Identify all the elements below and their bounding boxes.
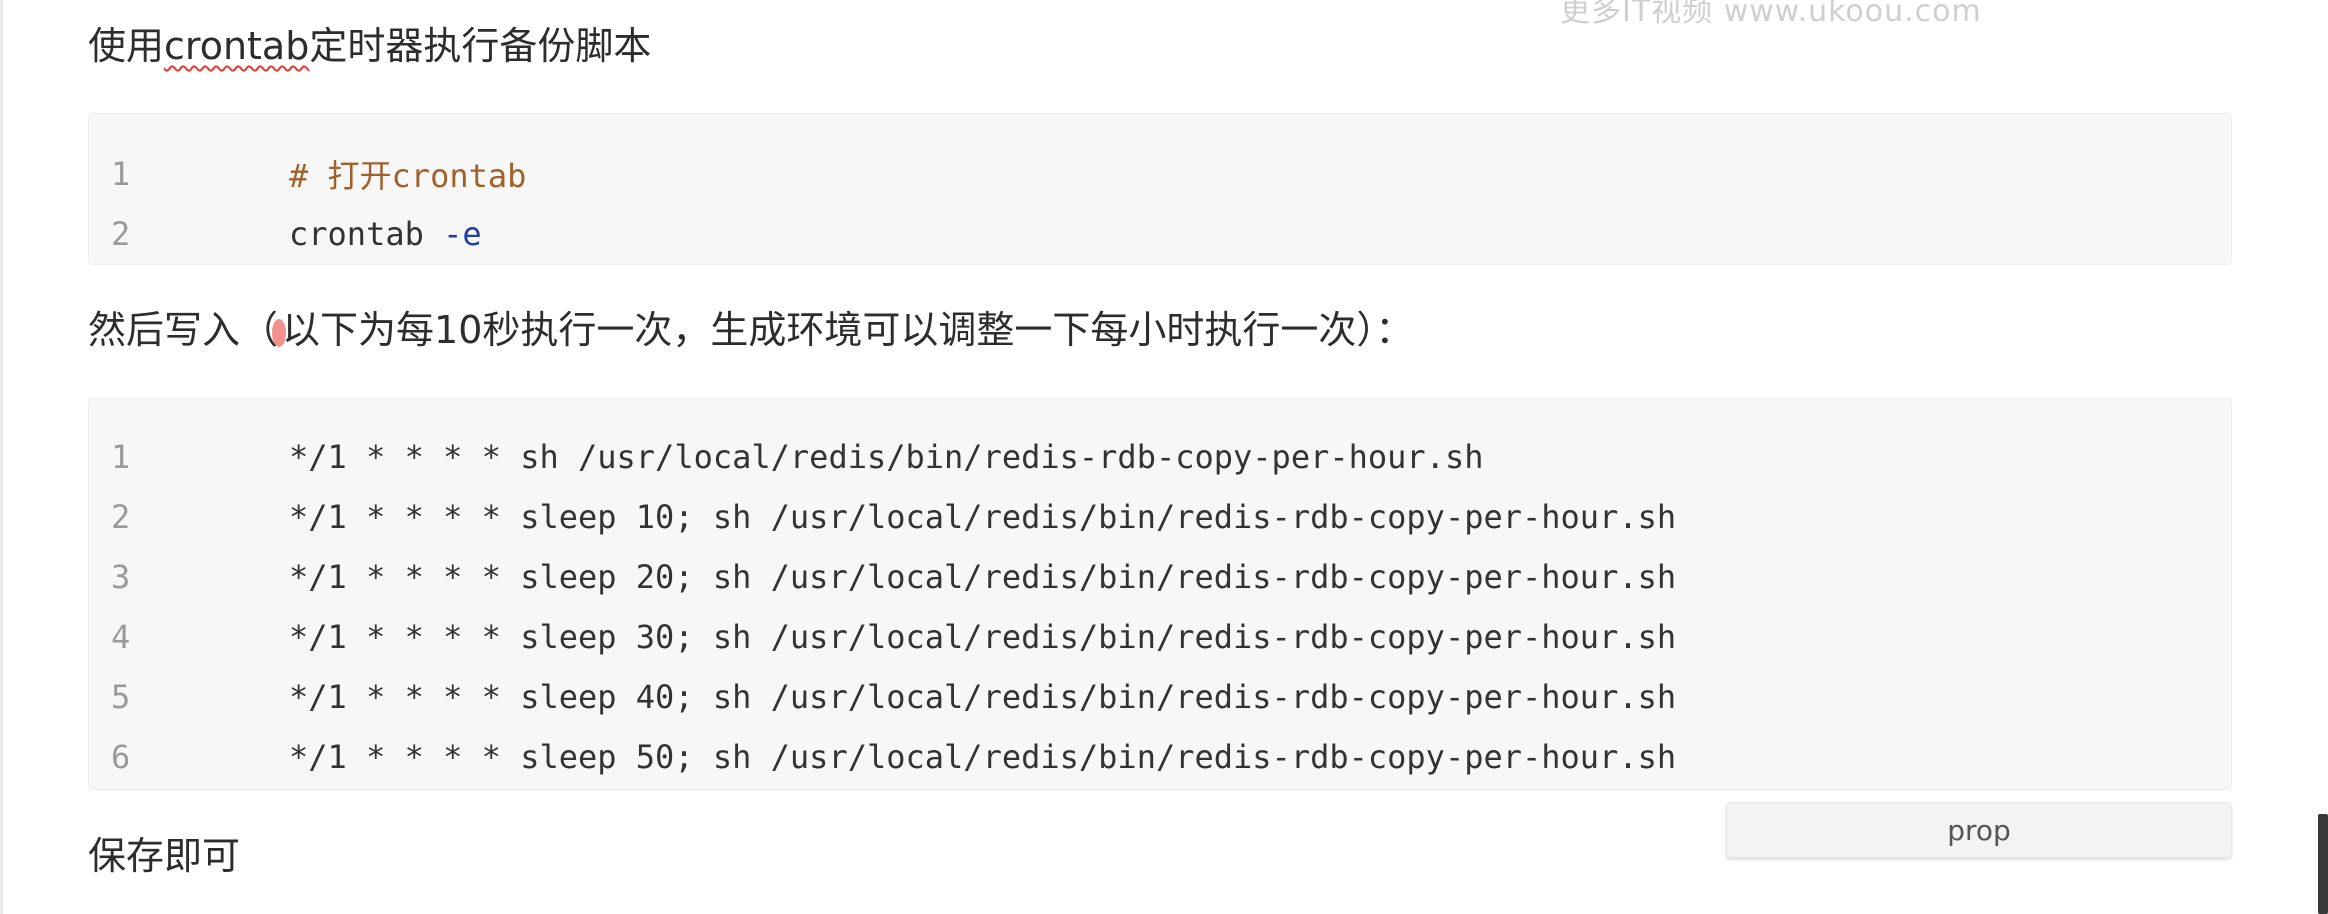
code-text: */1 * * * * sleep 50; sh /usr/local/redi…	[289, 738, 1677, 776]
paragraph-write-entries: 然后写入（ 以下为每10秒执行一次，生成环境可以调整一下每小时执行一次）：	[88, 308, 1413, 354]
line-number: 1	[111, 155, 131, 193]
document-page: 更多IT视频 www.ukoou.com 使用crontab定时器执行备份脚本 …	[0, 0, 2328, 914]
code-flag: -e	[443, 215, 482, 253]
code-text: */1 * * * * sleep 40; sh /usr/local/redi…	[289, 678, 1677, 716]
line-number: 5	[111, 678, 131, 716]
code-command: crontab	[289, 215, 444, 253]
line-number: 3	[111, 558, 131, 596]
code-comment: # 打开crontab	[289, 157, 527, 195]
page-left-border	[0, 0, 3, 914]
prop-button[interactable]: prop	[1726, 802, 2232, 858]
line-number: 2	[111, 498, 131, 536]
code-text: */1 * * * * sh /usr/local/redis/bin/redi…	[289, 438, 1484, 476]
scrollbar-thumb[interactable]	[2318, 814, 2328, 914]
code-line: 6 */1 * * * * sleep 50; sh /usr/local/re…	[89, 727, 2231, 787]
paragraph-crontab-intro: 使用crontab定时器执行备份脚本	[88, 24, 651, 70]
spellcheck-word: crontab	[164, 24, 310, 68]
code-line: 2 */1 * * * * sleep 10; sh /usr/local/re…	[89, 487, 2231, 547]
paragraph-save: 保存即可	[88, 834, 241, 878]
code-line: 1 # 打开crontab	[89, 144, 2231, 204]
code-block-open-crontab: 1 # 打开crontab 2 crontab -e	[88, 113, 2232, 265]
paragraph-text: 定时器执行备份脚本	[309, 24, 652, 68]
paragraph-text: 使用	[88, 24, 165, 68]
line-number: 1	[111, 438, 131, 476]
paragraph-text: 然后写入（	[88, 308, 279, 352]
code-text: */1 * * * * sleep 20; sh /usr/local/redi…	[289, 558, 1677, 596]
code-block-crontab-entries: 1 */1 * * * * sh /usr/local/redis/bin/re…	[88, 398, 2232, 790]
code-line: 3 */1 * * * * sleep 20; sh /usr/local/re…	[89, 547, 2231, 607]
code-line: 5 */1 * * * * sleep 40; sh /usr/local/re…	[89, 667, 2231, 727]
watermark: 更多IT视频 www.ukoou.com	[1560, 0, 1982, 29]
code-line: 2 crontab -e	[89, 204, 2231, 264]
line-number: 6	[111, 738, 131, 776]
paragraph-text: 以下为每10秒执行一次，生成环境可以调整一下每小时执行一次）：	[282, 308, 1414, 352]
code-text: */1 * * * * sleep 30; sh /usr/local/redi…	[289, 618, 1677, 656]
code-line: 4 */1 * * * * sleep 30; sh /usr/local/re…	[89, 607, 2231, 667]
code-line: 1 */1 * * * * sh /usr/local/redis/bin/re…	[89, 427, 2231, 487]
code-text: */1 * * * * sleep 10; sh /usr/local/redi…	[289, 498, 1677, 536]
line-number: 4	[111, 618, 131, 656]
line-number: 2	[111, 215, 131, 253]
